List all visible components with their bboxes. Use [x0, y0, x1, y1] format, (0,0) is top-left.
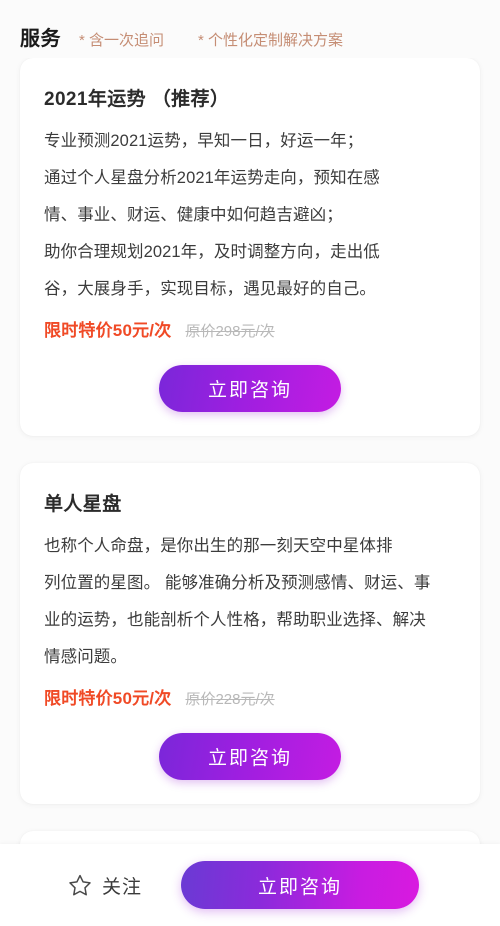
service-card-description-line: 助你合理规划2021年，及时调整方向，走出低	[44, 243, 380, 261]
service-card-description-line: 谷，大展身手，实现目标，遇见最好的自己。	[44, 280, 376, 298]
service-card-title: 2021年运势 （推荐）	[44, 89, 230, 110]
header-note-customized: * 个性化定制解决方案	[198, 32, 344, 49]
price-row: 限时特价50元/次 原价298元/次	[44, 316, 456, 341]
service-card-description-line: 列位置的星图。 能够准确分析及预测感情、财运、事	[44, 574, 431, 592]
service-card-list[interactable]: 2021年运势 （推荐） 专业预测2021运势，早知一日，好运一年； 通过个人星…	[0, 58, 500, 926]
card-cta-wrapper: 立即咨询	[44, 733, 456, 780]
promo-price: 限时特价50元/次	[44, 689, 172, 708]
service-card-description-line: 专业预测2021运势，早知一日，好运一年；	[44, 132, 364, 150]
service-listing-page: { "header": { "title": "服务", "notes": [ …	[0, 0, 500, 926]
service-card-description-line: 通过个人星盘分析2021年运势走向，预知在感	[44, 169, 380, 187]
consult-now-button[interactable]: 立即咨询	[159, 733, 341, 780]
card-cta-wrapper: 立即咨询	[44, 365, 456, 412]
header-note-followup: * 含一次追问	[79, 32, 165, 49]
original-price: 原价228元/次	[185, 691, 275, 708]
service-card-description-line: 也称个人命盘，是你出生的那一刻天空中星体排	[44, 537, 393, 555]
price-row: 限时特价50元/次 原价228元/次	[44, 684, 456, 709]
bottom-consult-now-button[interactable]: 立即咨询	[181, 861, 420, 909]
service-card[interactable]: 2021年运势 （推荐） 专业预测2021运势，早知一日，好运一年； 通过个人星…	[20, 58, 480, 436]
page-title: 服务	[20, 28, 61, 50]
consult-now-button[interactable]: 立即咨询	[159, 365, 341, 412]
service-card[interactable]: 单人星盘 也称个人命盘，是你出生的那一刻天空中星体排 列位置的星图。 能够准确分…	[20, 463, 480, 804]
original-price: 原价298元/次	[185, 323, 275, 340]
service-card-title: 单人星盘	[44, 494, 122, 515]
service-card-description-line: 情、事业、财运、健康中如何趋吉避凶；	[44, 206, 343, 224]
follow-button[interactable]: 关注	[68, 872, 142, 899]
section-header: 服务 * 含一次追问 * 个性化定制解决方案	[0, 0, 500, 58]
follow-label: 关注	[102, 876, 143, 898]
star-outline-icon	[68, 873, 92, 897]
service-card-description-line: 情感问题。	[44, 648, 127, 666]
bottom-action-bar: 关注 立即咨询	[0, 844, 500, 926]
promo-price: 限时特价50元/次	[44, 321, 172, 340]
service-card-description-line: 业的运势，也能剖析个人性格，帮助职业选择、解决	[44, 611, 426, 629]
